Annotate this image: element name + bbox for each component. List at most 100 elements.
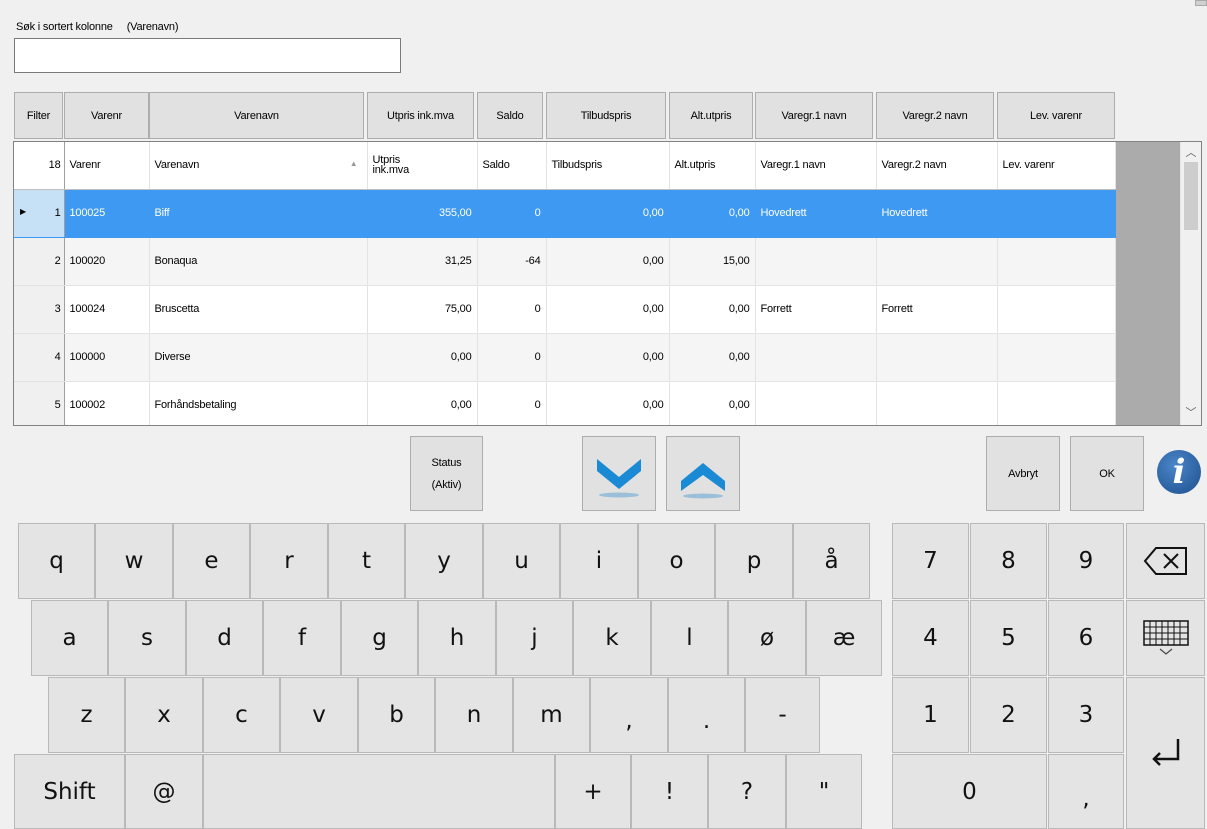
cell-levvarenr: [997, 189, 1116, 238]
filter-varegr1-button[interactable]: Varegr.1 navn: [755, 92, 873, 139]
filter-altutpris-button[interactable]: Alt.utpris: [669, 92, 753, 139]
key-0[interactable]: 0: [892, 754, 1047, 829]
grid-vertical-scrollbar[interactable]: ︿ ﹀: [1180, 142, 1201, 425]
key-backspace[interactable]: [1126, 523, 1205, 599]
ok-button[interactable]: OK: [1070, 436, 1144, 511]
cell-varenr: 100025: [64, 189, 150, 238]
cell-varenavn: Diverse: [149, 333, 368, 382]
key-c[interactable]: c: [203, 677, 280, 753]
key-t[interactable]: t: [328, 523, 405, 599]
table-row[interactable]: 2 100020 Bonaqua 31,25 -64 0,00 15,00: [14, 237, 1116, 286]
key-x[interactable]: x: [125, 677, 203, 753]
search-input[interactable]: [14, 38, 401, 73]
col-header-tilbudspris[interactable]: Tilbudspris: [546, 142, 670, 190]
grid-header-row: 18 Varenr Varenavn ▲ Utpris ink.mva Saldo …: [14, 142, 1116, 190]
key-at[interactable]: @: [125, 754, 203, 829]
key-period[interactable]: .: [668, 677, 745, 753]
key-z[interactable]: z: [48, 677, 125, 753]
key-6[interactable]: 6: [1048, 600, 1124, 676]
scroll-up-button[interactable]: [666, 436, 740, 511]
cell-tilbudspris: 0,00: [546, 333, 670, 382]
key-u[interactable]: u: [483, 523, 560, 599]
key-p[interactable]: p: [715, 523, 793, 599]
key-n[interactable]: n: [435, 677, 513, 753]
key-v[interactable]: v: [280, 677, 358, 753]
key-o[interactable]: o: [638, 523, 715, 599]
key-8[interactable]: 8: [970, 523, 1047, 599]
key-a[interactable]: a: [31, 600, 108, 676]
key-1[interactable]: 1: [892, 677, 969, 753]
key-plus[interactable]: +: [555, 754, 631, 829]
filter-utpris-button[interactable]: Utpris ink.mva: [367, 92, 474, 139]
cell-utpris: 0,00: [367, 381, 478, 425]
table-row[interactable]: 3 100024 Bruscetta 75,00 0 0,00 0,00 For…: [14, 285, 1116, 334]
key-4[interactable]: 4: [892, 600, 969, 676]
key-question[interactable]: ?: [708, 754, 786, 829]
product-grid[interactable]: 18 Varenr Varenavn ▲ Utpris ink.mva Saldo …: [13, 141, 1202, 426]
key-e[interactable]: e: [173, 523, 250, 599]
key-h[interactable]: h: [418, 600, 496, 676]
col-header-utpris[interactable]: Utpris ink.mva: [367, 142, 478, 190]
key-q[interactable]: q: [18, 523, 95, 599]
table-row[interactable]: 5 100002 Forhåndsbetaling 0,00 0 0,00 0,…: [14, 381, 1116, 425]
col-header-levvarenr[interactable]: Lev. varenr: [997, 142, 1116, 190]
key-ae[interactable]: æ: [806, 600, 882, 676]
filter-tilbudspris-button[interactable]: Tilbudspris: [546, 92, 666, 139]
scroll-down-button[interactable]: [582, 436, 656, 511]
filter-varenavn-button[interactable]: Varenavn: [149, 92, 364, 139]
col-header-altutpris[interactable]: Alt.utpris: [669, 142, 756, 190]
cell-altutpris: 0,00: [669, 333, 756, 382]
status-button[interactable]: Status (Aktiv): [410, 436, 483, 511]
filter-button[interactable]: Filter: [14, 92, 63, 139]
key-y[interactable]: y: [405, 523, 483, 599]
key-d[interactable]: d: [186, 600, 263, 676]
col-header-saldo[interactable]: Saldo: [477, 142, 547, 190]
info-icon[interactable]: i: [1157, 450, 1201, 494]
key-i[interactable]: i: [560, 523, 638, 599]
key-s[interactable]: s: [108, 600, 186, 676]
key-2[interactable]: 2: [970, 677, 1047, 753]
key-space[interactable]: [203, 754, 555, 829]
key-7[interactable]: 7: [892, 523, 969, 599]
cell-varenavn: Bruscetta: [149, 285, 368, 334]
key-decimal-comma[interactable]: ,: [1048, 754, 1124, 829]
window-corner: [1195, 0, 1207, 6]
filter-varegr2-button[interactable]: Varegr.2 navn: [876, 92, 994, 139]
scrollbar-thumb[interactable]: [1184, 162, 1198, 230]
cell-altutpris: 0,00: [669, 381, 756, 425]
key-9[interactable]: 9: [1048, 523, 1124, 599]
key-j[interactable]: j: [496, 600, 573, 676]
table-row[interactable]: 4 100000 Diverse 0,00 0 0,00 0,00: [14, 333, 1116, 382]
key-enter[interactable]: [1126, 677, 1205, 829]
key-3[interactable]: 3: [1048, 677, 1124, 753]
filter-saldo-button[interactable]: Saldo: [477, 92, 543, 139]
col-header-varenavn[interactable]: Varenavn ▲: [149, 142, 368, 190]
key-l[interactable]: l: [651, 600, 728, 676]
key-minus[interactable]: -: [745, 677, 820, 753]
key-m[interactable]: m: [513, 677, 590, 753]
key-f[interactable]: f: [263, 600, 341, 676]
filter-varenr-button[interactable]: Varenr: [64, 92, 149, 139]
key-comma[interactable]: ,: [590, 677, 668, 753]
cancel-button[interactable]: Avbryt: [986, 436, 1060, 511]
key-shift[interactable]: Shift: [14, 754, 125, 829]
scroll-up-icon[interactable]: ︿: [1181, 144, 1201, 160]
col-header-varegr2[interactable]: Varegr.2 navn: [876, 142, 998, 190]
cell-varenavn: Forhåndsbetaling: [149, 381, 368, 425]
table-row[interactable]: ▶ 1 100025 Biff 355,00 0 0,00 0,00 Hovedr…: [14, 189, 1116, 238]
key-w[interactable]: w: [95, 523, 173, 599]
col-header-varegr1[interactable]: Varegr.1 navn: [755, 142, 877, 190]
key-aa[interactable]: å: [793, 523, 870, 599]
key-hide-keyboard[interactable]: [1126, 600, 1205, 676]
key-g[interactable]: g: [341, 600, 418, 676]
scroll-down-icon[interactable]: ﹀: [1181, 404, 1201, 420]
key-oe[interactable]: ø: [728, 600, 806, 676]
key-r[interactable]: r: [250, 523, 328, 599]
col-header-varenr[interactable]: Varenr: [64, 142, 150, 190]
key-5[interactable]: 5: [970, 600, 1047, 676]
filter-levvarenr-button[interactable]: Lev. varenr: [997, 92, 1115, 139]
key-k[interactable]: k: [573, 600, 651, 676]
key-quote[interactable]: ": [786, 754, 862, 829]
key-b[interactable]: b: [358, 677, 435, 753]
key-exclamation[interactable]: !: [631, 754, 708, 829]
